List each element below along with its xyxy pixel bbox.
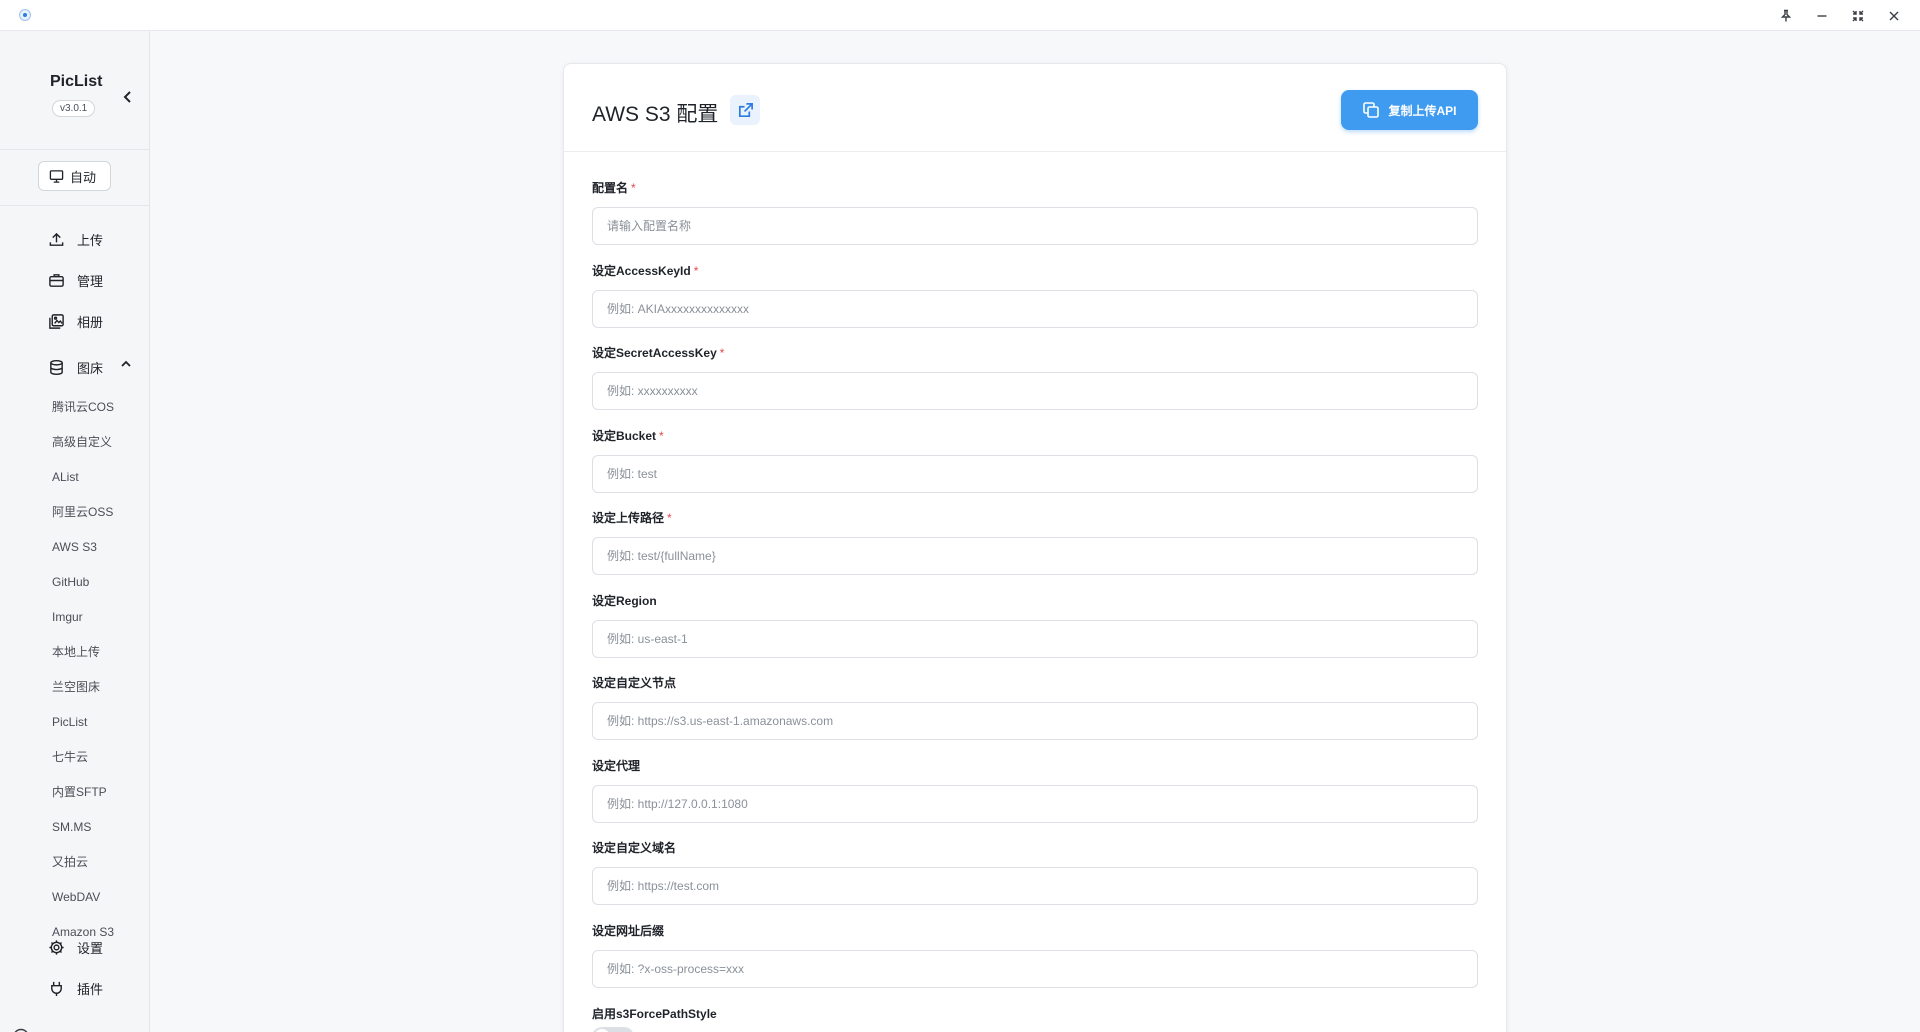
copy-upload-api-button[interactable]: 复制上传API xyxy=(1341,90,1478,130)
access-key-id-field: 设定AccessKeyId * xyxy=(592,263,1478,328)
field-label: 配置名 * xyxy=(592,181,636,195)
picbed-list: 腾讯云COS 高级自定义 AList 阿里云OSS AWS S3 GitHub … xyxy=(52,389,114,949)
database-icon xyxy=(50,359,63,375)
custom-domain-input[interactable] xyxy=(592,867,1478,905)
sidebar-item-gallery[interactable]: 相册 xyxy=(48,309,103,333)
window-controls xyxy=(1772,0,1908,31)
field-label: 设定自定义域名 xyxy=(592,841,677,855)
sidebar-item-label: 管理 xyxy=(77,273,104,289)
pin-icon[interactable] xyxy=(1772,2,1800,30)
picbed-item[interactable]: WebDAV xyxy=(52,879,114,914)
theme-button[interactable]: 自动 xyxy=(38,161,111,191)
plug-icon xyxy=(51,981,62,996)
chevron-left-icon xyxy=(123,91,131,103)
required-mark: * xyxy=(693,264,699,278)
required-mark: * xyxy=(631,181,636,195)
endpoint-field: 设定自定义节点 xyxy=(592,675,1478,740)
sidebar-item-label: 相册 xyxy=(77,314,104,330)
upload-icon xyxy=(49,232,64,246)
region-input[interactable] xyxy=(592,620,1478,658)
external-link-icon xyxy=(738,102,753,117)
sidebar: PicList v3.0.1 自动 上传 管理 相册 图床 腾讯云COS 高级自… xyxy=(0,31,150,1032)
restore-icon[interactable] xyxy=(1844,2,1872,30)
field-label: 设定SecretAccessKey * xyxy=(592,346,725,360)
region-field: 设定Region xyxy=(592,593,1478,658)
sidebar-item-label: 图床 xyxy=(77,360,104,376)
required-mark: * xyxy=(719,346,725,360)
title-bar xyxy=(0,0,1920,31)
sidebar-item-label: 插件 xyxy=(77,981,104,997)
sidebar-item-settings[interactable]: 设置 xyxy=(48,935,103,959)
picbed-item[interactable]: AList xyxy=(52,459,114,494)
picbed-item[interactable]: Imgur xyxy=(52,599,114,634)
picbed-item[interactable]: 本地上传 xyxy=(52,634,114,669)
force-path-style-label: 启用s3ForcePathStyle xyxy=(592,1007,717,1021)
copy-upload-api-label: 复制上传API xyxy=(1388,103,1457,118)
custom-domain-field: 设定自定义域名 xyxy=(592,840,1478,905)
images-icon xyxy=(49,313,64,329)
secret-access-key-field: 设定SecretAccessKey * xyxy=(592,345,1478,410)
sidebar-divider xyxy=(0,205,150,206)
picbed-item[interactable]: SM.MS xyxy=(52,809,114,844)
config-name-field: 配置名 * xyxy=(592,180,1478,245)
required-mark: * xyxy=(659,429,664,443)
secret-access-key-input[interactable] xyxy=(592,372,1478,410)
field-label: 设定Region xyxy=(592,594,657,608)
sidebar-item-label: 设置 xyxy=(77,940,104,956)
briefcase-icon xyxy=(49,273,64,287)
access-key-id-input[interactable] xyxy=(592,290,1478,328)
picbed-item[interactable]: AWS S3 xyxy=(52,529,114,564)
brand: PicList v3.0.1 xyxy=(0,51,150,131)
config-card: AWS S3 配置 复制上传API 配置名* 设定AccessKeyId* 设定… xyxy=(563,63,1507,1032)
gear-icon xyxy=(49,939,64,955)
proxy-field: 设定代理 xyxy=(592,758,1478,823)
sidebar-item-label: 上传 xyxy=(77,232,104,248)
url-suffix-field: 设定网址后缀 xyxy=(592,923,1478,988)
close-icon[interactable] xyxy=(1880,2,1908,30)
sidebar-item-upload[interactable]: 上传 xyxy=(48,227,103,251)
monitor-icon xyxy=(49,169,64,183)
info-icon[interactable] xyxy=(12,1028,30,1032)
picbed-item[interactable]: 内置SFTP xyxy=(52,774,114,809)
picbed-item[interactable]: 又拍云 xyxy=(52,844,114,879)
picbed-item[interactable]: PicList xyxy=(52,704,114,739)
sidebar-item-manage[interactable]: 管理 xyxy=(48,268,103,292)
collapse-sidebar-button[interactable] xyxy=(118,87,138,107)
picbed-item[interactable]: 兰空图床 xyxy=(52,669,114,704)
minimize-icon[interactable] xyxy=(1808,2,1836,30)
sidebar-item-plugins[interactable]: 插件 xyxy=(48,976,103,1000)
endpoint-input[interactable] xyxy=(592,702,1478,740)
copy-icon xyxy=(1363,102,1380,118)
sidebar-item-picbed[interactable]: 图床 xyxy=(48,355,103,379)
field-label: 设定自定义节点 xyxy=(592,676,677,690)
required-mark: * xyxy=(667,511,672,525)
field-label: 设定Bucket * xyxy=(592,429,664,443)
app-logo-icon xyxy=(19,9,31,21)
card-header: AWS S3 配置 复制上传API xyxy=(564,64,1506,152)
app-name: PicList xyxy=(50,73,103,90)
theme-button-label: 自动 xyxy=(70,169,97,185)
picbed-item[interactable]: 七牛云 xyxy=(52,739,114,774)
open-docs-button[interactable] xyxy=(730,95,760,125)
chevron-up-icon[interactable] xyxy=(120,357,134,371)
field-label: 设定网址后缀 xyxy=(592,924,665,938)
sidebar-divider xyxy=(0,149,150,150)
proxy-input[interactable] xyxy=(592,785,1478,823)
bucket-input[interactable] xyxy=(592,455,1478,493)
picbed-item[interactable]: 腾讯云COS xyxy=(52,389,114,424)
picbed-item[interactable]: GitHub xyxy=(52,564,114,599)
version-badge: v3.0.1 xyxy=(52,100,96,117)
url-suffix-input[interactable] xyxy=(592,950,1478,988)
config-name-input[interactable] xyxy=(592,207,1478,245)
field-label: 设定上传路径 * xyxy=(592,511,672,525)
picbed-item[interactable]: 高级自定义 xyxy=(52,424,114,459)
upload-path-field: 设定上传路径 * xyxy=(592,510,1478,575)
page-title: AWS S3 配置 xyxy=(592,103,719,126)
field-label: 设定AccessKeyId * xyxy=(592,264,699,278)
bucket-field: 设定Bucket * xyxy=(592,428,1478,493)
force-path-style-toggle[interactable] xyxy=(592,1027,634,1032)
picbed-item[interactable]: 阿里云OSS xyxy=(52,494,114,529)
field-label: 设定代理 xyxy=(592,759,641,773)
upload-path-input[interactable] xyxy=(592,537,1478,575)
